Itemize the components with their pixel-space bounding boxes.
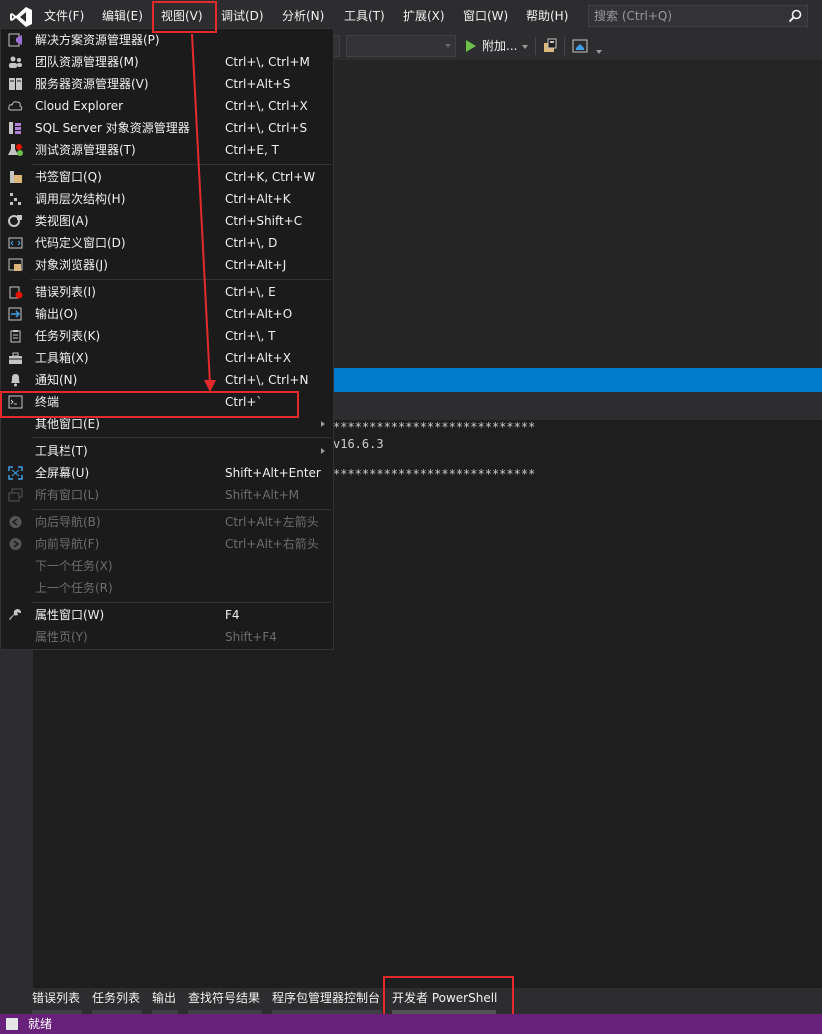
- menu-item-all-windows: 所有窗口(L) Shift+Alt+M: [1, 484, 333, 506]
- toolbar-separator: [535, 37, 536, 55]
- fullscreen-icon: [8, 466, 23, 480]
- toolbox-icon: [9, 352, 22, 364]
- navigate-forward-icon: [9, 538, 22, 550]
- view-menu-dropdown: 解决方案资源管理器(P) 团队资源管理器(M) Ctrl+\, Ctrl+M 服…: [0, 28, 334, 650]
- status-bar: 就绪: [0, 1014, 822, 1034]
- code-definition-icon: [8, 237, 23, 249]
- configuration-dropdown[interactable]: [334, 35, 340, 57]
- wrench-icon: [9, 609, 21, 620]
- search-input[interactable]: 搜索 (Ctrl+Q): [588, 5, 808, 27]
- home-window-icon[interactable]: [572, 38, 588, 54]
- server-explorer-icon: [9, 78, 22, 90]
- call-hierarchy-icon: [10, 193, 21, 205]
- toolbar-separator: [564, 37, 565, 55]
- bell-icon: [11, 374, 20, 387]
- menu-item-navigate-forward: 向前导航(F) Ctrl+Alt+右箭头: [1, 533, 333, 555]
- terminal-line: ****************************: [333, 420, 536, 434]
- test-explorer-icon: [8, 144, 23, 156]
- task-list-icon: [10, 330, 21, 343]
- menu-item-error-list[interactable]: 错误列表(I) Ctrl+\, E: [1, 281, 333, 303]
- search-icon: [788, 9, 802, 23]
- menu-item-class-view[interactable]: 类视图(A) Ctrl+Shift+C: [1, 210, 333, 232]
- folder-icon[interactable]: [542, 38, 558, 54]
- menu-item-property-pages: 属性页(Y) Shift+F4: [35, 630, 277, 644]
- menu-item-full-screen[interactable]: 全屏幕(U) Shift+Alt+Enter: [1, 462, 333, 484]
- error-list-icon: [9, 286, 23, 299]
- chevron-down-icon[interactable]: [522, 45, 528, 49]
- menu-debug[interactable]: 调试(D): [221, 6, 264, 26]
- menu-file[interactable]: 文件(F): [44, 6, 84, 26]
- menu-item-code-definition-window[interactable]: 代码定义窗口(D) Ctrl+\, D: [1, 232, 333, 254]
- team-explorer-icon: [9, 56, 22, 68]
- status-text: 就绪: [28, 1017, 53, 1031]
- navigate-back-icon: [9, 516, 22, 528]
- object-browser-icon: [8, 258, 23, 271]
- attach-button[interactable]: 附加...: [482, 38, 517, 54]
- menu-item-next-task: 下一个任务(X): [35, 559, 113, 573]
- menu-tools[interactable]: 工具(T): [344, 6, 385, 26]
- visual-studio-logo-icon[interactable]: [9, 6, 33, 28]
- tab-error-list[interactable]: 错误列表: [32, 988, 82, 1014]
- menu-item-bookmark-window[interactable]: 书签窗口(Q) Ctrl+K, Ctrl+W: [1, 166, 333, 188]
- sql-server-icon: [9, 122, 21, 134]
- menu-separator: [31, 509, 331, 510]
- menu-extensions[interactable]: 扩展(X): [403, 6, 445, 26]
- platform-dropdown[interactable]: [346, 35, 456, 57]
- class-view-icon: [8, 215, 22, 227]
- menu-item-navigate-back: 向后导航(B) Ctrl+Alt+左箭头: [1, 511, 333, 533]
- menu-item-toolbox[interactable]: 工具箱(X) Ctrl+Alt+X: [1, 347, 333, 369]
- menu-help[interactable]: 帮助(H): [526, 6, 568, 26]
- solution-explorer-icon: [8, 33, 22, 47]
- tab-find-symbol-results[interactable]: 查找符号结果: [188, 988, 262, 1014]
- highlight-box: [0, 391, 299, 418]
- menu-analyze[interactable]: 分析(N): [282, 6, 324, 26]
- menu-item-server-explorer[interactable]: 服务器资源管理器(V) Ctrl+Alt+S: [1, 73, 333, 95]
- menu-item-test-explorer[interactable]: 测试资源管理器(T) Ctrl+E, T: [1, 139, 333, 161]
- menu-separator: [31, 164, 331, 165]
- status-icon: [6, 1018, 18, 1030]
- menu-item-cloud-explorer[interactable]: Cloud Explorer Ctrl+\, Ctrl+X: [1, 95, 333, 117]
- tab-output[interactable]: 输出: [152, 988, 178, 1014]
- tab-package-manager-console[interactable]: 程序包管理器控制台: [272, 988, 382, 1014]
- menu-separator: [31, 602, 331, 603]
- menu-item-output[interactable]: 输出(O) Ctrl+Alt+O: [1, 303, 333, 325]
- highlight-box: [152, 1, 217, 33]
- cloud-icon: [8, 101, 23, 111]
- menu-separator: [31, 437, 331, 438]
- all-windows-icon: [8, 488, 23, 502]
- menu-item-previous-task: 上一个任务(R): [35, 581, 113, 595]
- tab-task-list[interactable]: 任务列表: [92, 988, 142, 1014]
- menu-window[interactable]: 窗口(W): [463, 6, 508, 26]
- play-icon[interactable]: [466, 40, 476, 52]
- menu-item-notifications[interactable]: 通知(N) Ctrl+\, Ctrl+N: [1, 369, 333, 391]
- bookmark-icon: [10, 171, 22, 183]
- menu-item-call-hierarchy[interactable]: 调用层次结构(H) Ctrl+Alt+K: [1, 188, 333, 210]
- chevron-right-icon: [321, 421, 325, 427]
- output-icon: [8, 307, 22, 321]
- search-placeholder: 搜索 (Ctrl+Q): [594, 9, 673, 23]
- chevron-right-icon: [321, 448, 325, 454]
- highlight-box: [383, 976, 514, 1018]
- menu-item-sql-server-explorer[interactable]: SQL Server 对象资源管理器 Ctrl+\, Ctrl+S: [1, 117, 333, 139]
- menu-item-task-list[interactable]: 任务列表(K) Ctrl+\, T: [1, 325, 333, 347]
- menu-item-team-explorer[interactable]: 团队资源管理器(M) Ctrl+\, Ctrl+M: [1, 51, 333, 73]
- menu-item-toolbars[interactable]: 工具栏(T): [1, 440, 333, 462]
- menu-separator: [31, 279, 331, 280]
- menu-edit[interactable]: 编辑(E): [102, 6, 143, 26]
- menu-item-object-browser[interactable]: 对象浏览器(J) Ctrl+Alt+J: [1, 254, 333, 276]
- chevron-down-icon: [445, 44, 451, 48]
- toolbar-overflow-icon[interactable]: [596, 50, 602, 54]
- menu-item-properties-window[interactable]: 属性窗口(W) F4: [1, 604, 333, 626]
- terminal-line: v16.6.3: [333, 437, 384, 451]
- terminal-line: ****************************: [333, 467, 536, 481]
